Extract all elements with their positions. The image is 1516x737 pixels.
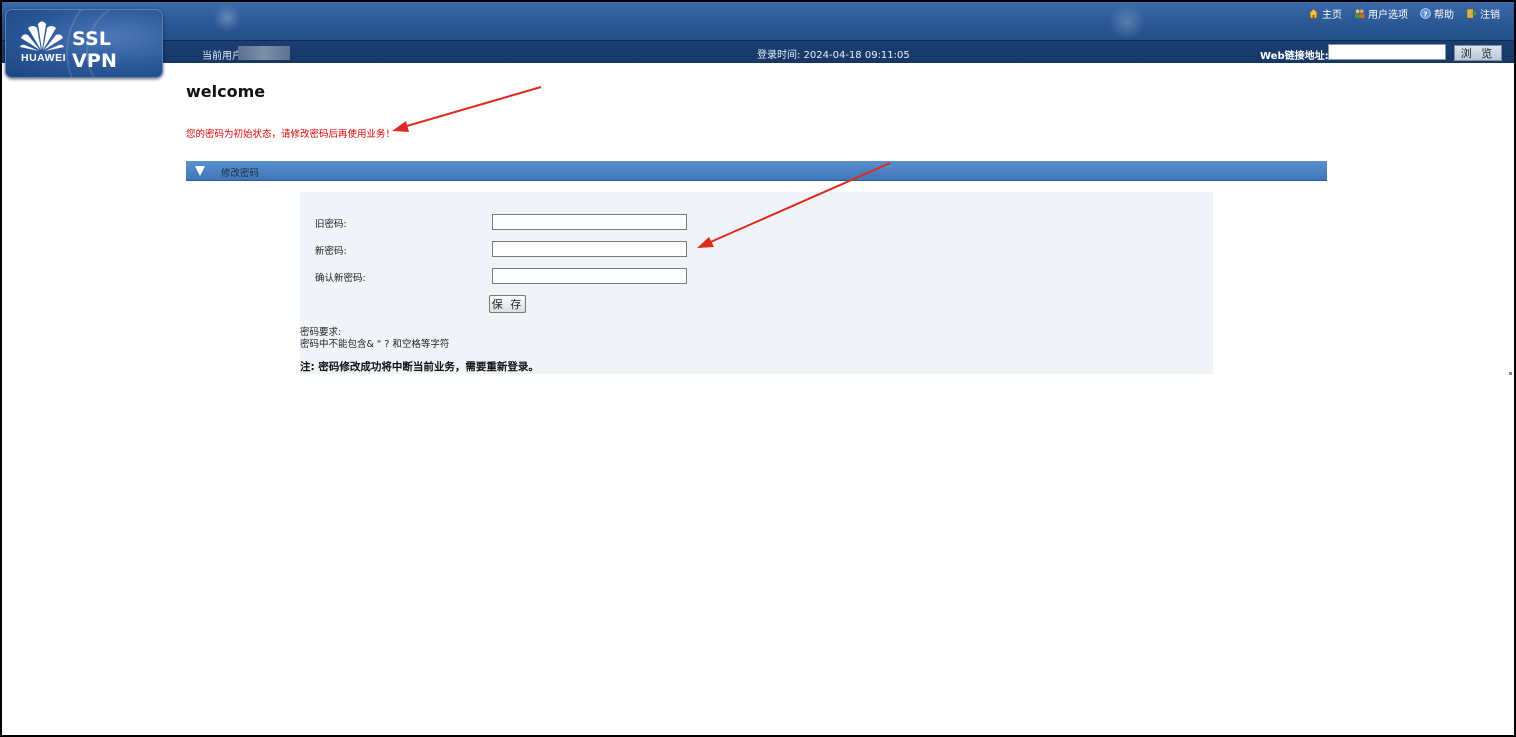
welcome-heading: welcome [186,82,266,101]
new-password-input[interactable] [492,241,687,257]
web-link-input[interactable] [1328,44,1446,60]
logout-icon [1466,8,1477,19]
huawei-ssl-vpn-logo: SSL VPN HUAWEI [5,9,163,78]
home-link-label: 主页 [1322,10,1342,21]
requirements-text: 密码中不能包含& " ? 和空格等字符 [300,339,450,350]
logo-title: SSL VPN [72,28,118,72]
collapse-triangle-icon[interactable] [195,166,205,176]
new-password-label: 新密码: [315,246,347,257]
help-link-label: 帮助 [1434,10,1454,21]
section-title: 修改密码 [221,168,260,179]
web-link-label: Web链接地址: [1260,51,1329,62]
current-user-redacted [238,46,290,60]
help-icon: ? [1420,8,1431,19]
old-password-input[interactable] [492,214,687,230]
home-link[interactable]: 主页 [1308,6,1342,21]
change-password-form: 旧密码: 新密码: 确认新密码: 保 存 密码要求: 密码中不能包含& " ? … [300,192,1213,374]
users-icon [1354,9,1365,19]
home-icon [1308,8,1319,19]
browse-button[interactable]: 浏 览 [1454,45,1502,61]
top-links: 主页 用户选项 ? 帮助 注销 [1308,6,1500,21]
login-time: 登录时间: 2024-04-18 09:11:05 [757,50,910,61]
help-link[interactable]: ? 帮助 [1420,6,1454,21]
save-button[interactable]: 保 存 [489,295,526,313]
scrollbar-marker [1509,372,1512,375]
confirm-password-label: 确认新密码: [315,273,366,284]
logout-link[interactable]: 注销 [1466,6,1500,21]
header-banner [2,2,1514,40]
user-options-link-label: 用户选项 [1368,10,1408,21]
logout-link-label: 注销 [1480,10,1500,21]
user-options-link[interactable]: 用户选项 [1354,6,1408,21]
current-user-label: 当前用户 [202,51,242,62]
logo-brand: HUAWEI [21,52,66,64]
svg-text:?: ? [1423,9,1427,18]
huawei-flower-icon [20,21,64,51]
confirm-password-input[interactable] [492,268,687,284]
note-text: 注: 密码修改成功将中断当前业务，需要重新登录。 [300,361,539,373]
old-password-label: 旧密码: [315,219,347,230]
change-password-section-bar[interactable]: 修改密码 [186,161,1327,181]
password-warning: 您的密码为初始状态，请修改密码后再使用业务！ [186,129,396,140]
